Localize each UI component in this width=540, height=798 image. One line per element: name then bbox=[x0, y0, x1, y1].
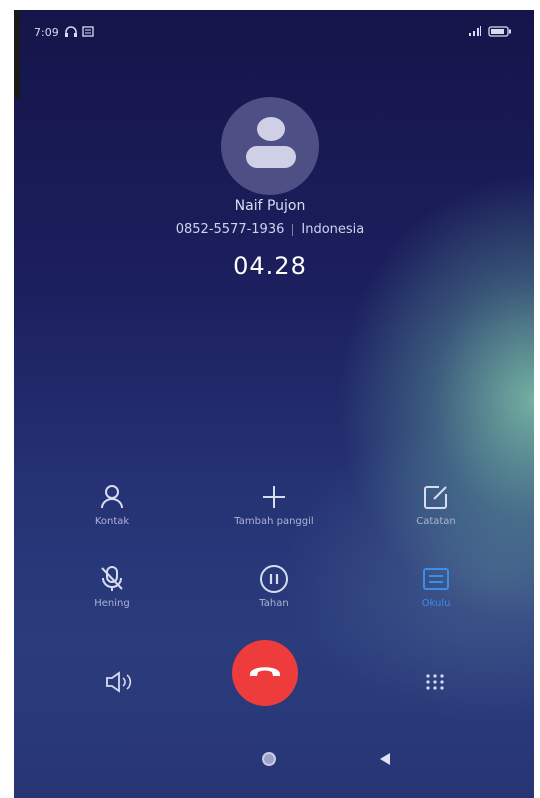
notes-label: Catatan bbox=[416, 516, 456, 527]
call-duration: 04.28 bbox=[233, 252, 307, 280]
home-icon[interactable] bbox=[262, 752, 276, 766]
number-separator bbox=[292, 223, 294, 236]
call-screen: 7:09 Naif Pujon 0852-5577-1936 Indonesia … bbox=[14, 10, 534, 798]
speaker-button[interactable] bbox=[100, 669, 140, 699]
speaker-icon bbox=[104, 671, 136, 697]
mute-button[interactable]: Hening bbox=[52, 562, 172, 609]
note-icon bbox=[376, 480, 496, 514]
record-icon bbox=[376, 562, 496, 596]
back-icon[interactable] bbox=[380, 753, 390, 765]
contact-avatar bbox=[221, 97, 319, 195]
message-icon bbox=[82, 26, 94, 40]
status-bar: 7:09 bbox=[34, 24, 514, 44]
headset-icon bbox=[64, 26, 78, 41]
avatar-body bbox=[246, 146, 296, 168]
keypad-icon bbox=[425, 673, 445, 695]
keypad-button[interactable] bbox=[420, 669, 450, 699]
contact-icon bbox=[52, 480, 172, 514]
contacts-button[interactable]: Kontak bbox=[52, 480, 172, 527]
add-call-button[interactable]: Tambah panggil bbox=[214, 480, 334, 527]
end-call-button[interactable] bbox=[232, 640, 298, 706]
mute-label: Hening bbox=[94, 598, 130, 609]
battery-icon bbox=[488, 26, 512, 40]
mute-icon bbox=[52, 562, 172, 596]
contacts-label: Kontak bbox=[94, 516, 130, 527]
contact-number-line: 0852-5577-1936 Indonesia bbox=[14, 222, 534, 237]
contact-location: Indonesia bbox=[301, 222, 365, 237]
add-call-label: Tambah panggil bbox=[234, 516, 314, 527]
add-call-icon bbox=[214, 480, 334, 514]
hold-label: Tahan bbox=[259, 598, 289, 609]
avatar-head bbox=[257, 117, 285, 141]
hold-icon bbox=[214, 562, 334, 596]
status-time: 7:09 bbox=[34, 26, 59, 39]
end-call-icon bbox=[247, 661, 283, 685]
record-label: Okulu bbox=[421, 598, 451, 609]
hold-button[interactable]: Tahan bbox=[214, 562, 334, 609]
record-button[interactable]: Okulu bbox=[376, 562, 496, 609]
edge-divider bbox=[14, 10, 20, 98]
signal-icon bbox=[468, 26, 482, 39]
notes-button[interactable]: Catatan bbox=[376, 480, 496, 527]
contact-number: 0852-5577-1936 bbox=[175, 222, 285, 237]
contact-name: Naif Pujon bbox=[234, 198, 306, 214]
